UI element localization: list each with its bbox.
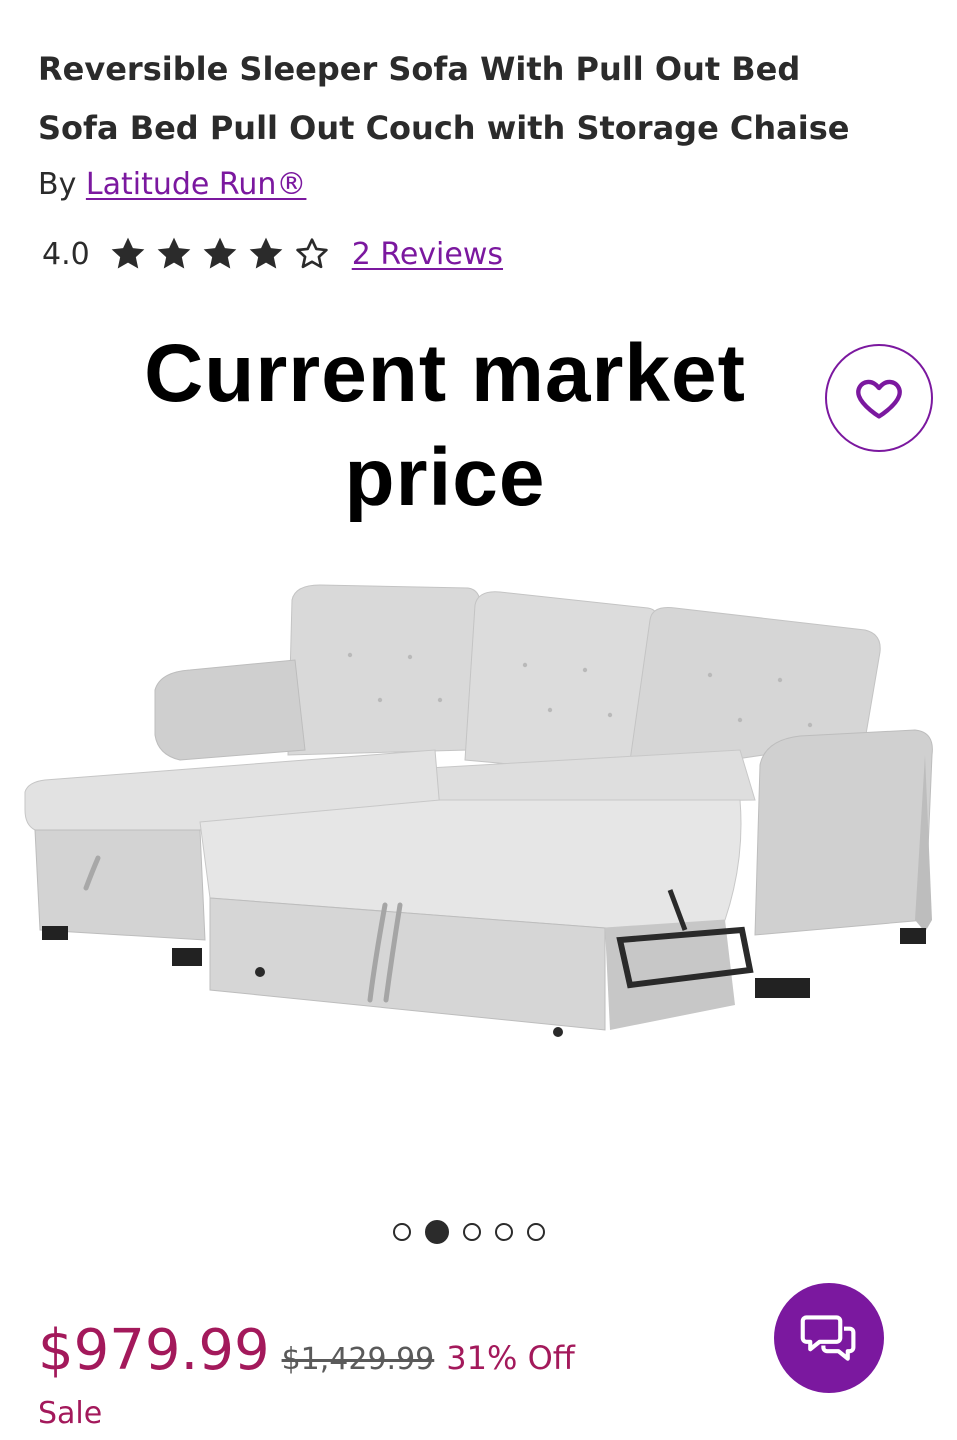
rating-value: 4.0 — [42, 236, 90, 272]
overlay-line-2: price — [344, 432, 546, 523]
product-title: Reversible Sleeper Sofa With Pull Out Be… — [38, 40, 898, 158]
rating-row: 4.0 2 Reviews — [42, 226, 503, 282]
overlay-caption: Current market price — [80, 322, 810, 530]
chat-icon — [800, 1315, 856, 1361]
carousel-pagination — [393, 1220, 545, 1244]
reviews-link[interactable]: 2 Reviews — [352, 237, 503, 272]
heart-icon — [856, 379, 902, 419]
star-icon-empty — [295, 238, 328, 269]
discount-badge: 31% Off — [446, 1339, 575, 1377]
star-icon-filled — [157, 237, 191, 269]
brand-byline: By Latitude Run® — [38, 160, 306, 210]
original-price: $1,429.99 — [281, 1342, 435, 1377]
sale-label: Sale — [38, 1396, 103, 1431]
sale-price: $979.99 — [38, 1318, 270, 1383]
carousel-dot-4[interactable] — [495, 1223, 513, 1241]
product-title-line-1: Reversible Sleeper Sofa With Pull Out Be… — [38, 50, 801, 88]
by-prefix: By — [38, 167, 77, 202]
star-icon-filled — [203, 237, 237, 269]
chat-button[interactable] — [774, 1283, 884, 1393]
price-row: $979.99 $1,429.99 31% Off — [38, 1318, 575, 1383]
product-image-sleeper-sofa[interactable] — [20, 560, 940, 1080]
overlay-line-1: Current market — [144, 328, 746, 419]
star-icon-filled — [111, 237, 145, 269]
carousel-dot-1[interactable] — [393, 1223, 411, 1241]
carousel-dot-3[interactable] — [463, 1223, 481, 1241]
carousel-dot-5[interactable] — [527, 1223, 545, 1241]
star-rating — [108, 234, 332, 274]
carousel-dot-2-active[interactable] — [425, 1220, 449, 1244]
favorite-button[interactable] — [825, 344, 933, 452]
product-title-line-2: Sofa Bed Pull Out Couch with Storage Cha… — [38, 109, 850, 147]
star-icon-filled — [249, 237, 283, 269]
brand-link[interactable]: Latitude Run® — [86, 167, 307, 202]
